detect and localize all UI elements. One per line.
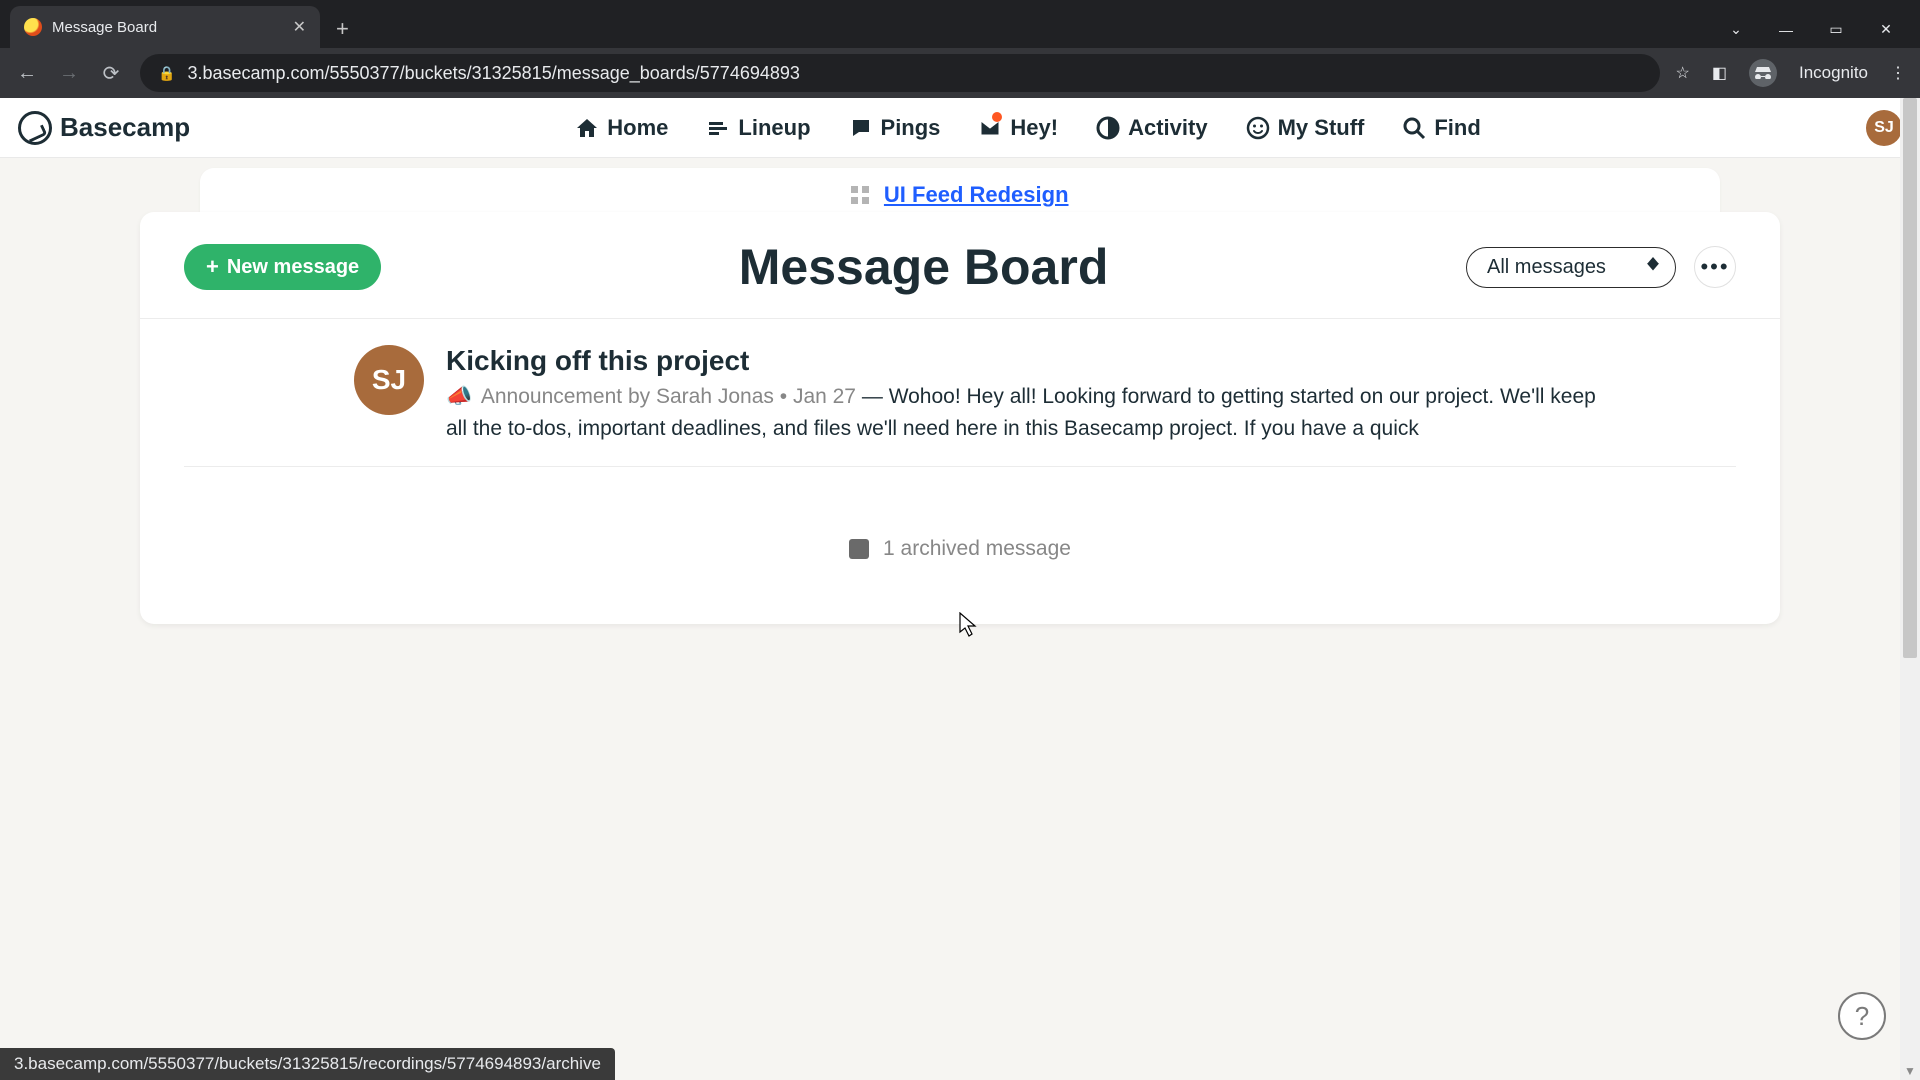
- scroll-down-arrow[interactable]: ▼: [1900, 1064, 1920, 1078]
- breadcrumb: UI Feed Redesign: [200, 168, 1720, 216]
- nav-lineup[interactable]: Lineup: [706, 115, 810, 141]
- window-minimize-icon[interactable]: —: [1776, 22, 1796, 38]
- window-close-icon[interactable]: ✕: [1876, 21, 1896, 38]
- nav-find[interactable]: Find: [1402, 115, 1480, 141]
- hey-notification-dot: [992, 112, 1002, 122]
- message-title: Kicking off this project: [446, 345, 1606, 377]
- help-icon: ?: [1855, 1001, 1869, 1032]
- message-author: Sarah Jonas: [656, 385, 774, 408]
- new-message-label: New message: [227, 256, 359, 279]
- vertical-scrollbar[interactable]: ▲ ▼: [1900, 98, 1920, 1080]
- announcement-icon: 📣: [446, 385, 472, 408]
- user-avatar-initials: SJ: [1874, 119, 1894, 137]
- incognito-icon: [1749, 59, 1777, 87]
- archive-box-icon: [849, 539, 869, 559]
- app-nav: Basecamp Home Lineup Pings Hey! Activity…: [0, 98, 1920, 158]
- nav-mystuff[interactable]: My Stuff: [1246, 115, 1365, 141]
- more-options-button[interactable]: •••: [1694, 246, 1736, 288]
- breadcrumb-project-link[interactable]: UI Feed Redesign: [884, 182, 1069, 207]
- help-button[interactable]: ?: [1838, 992, 1886, 1040]
- lineup-icon: [706, 116, 730, 140]
- filter-selected-label: All messages: [1487, 256, 1606, 278]
- status-bar: 3.basecamp.com/5550377/buckets/31325815/…: [0, 1048, 615, 1080]
- ellipsis-icon: •••: [1700, 254, 1729, 280]
- browser-tab[interactable]: Message Board ✕: [10, 6, 320, 48]
- page-title: Message Board: [381, 238, 1466, 296]
- lock-icon: 🔒: [158, 65, 175, 82]
- url-text: 3.basecamp.com/5550377/buckets/31325815/…: [187, 63, 799, 84]
- nav-pings[interactable]: Pings: [849, 115, 941, 141]
- new-message-button[interactable]: + New message: [184, 244, 381, 290]
- tab-close-icon[interactable]: ✕: [293, 17, 306, 37]
- nav-activity-label: Activity: [1128, 115, 1207, 141]
- incognito-label: Incognito: [1799, 63, 1868, 83]
- mystuff-icon: [1246, 116, 1270, 140]
- archived-messages-link[interactable]: 1 archived message: [849, 537, 1071, 561]
- message-category: Announcement: [481, 385, 622, 408]
- plus-icon: +: [206, 254, 219, 280]
- activity-icon: [1096, 116, 1120, 140]
- tabs-dropdown-icon[interactable]: ⌄: [1726, 21, 1746, 38]
- bookmark-star-icon[interactable]: ☆: [1676, 63, 1690, 83]
- message-filter-select[interactable]: All messages: [1466, 247, 1676, 288]
- tab-favicon: [24, 18, 42, 36]
- logo-mark-icon: [18, 111, 52, 145]
- message-row[interactable]: SJ Kicking off this project 📣 Announceme…: [184, 319, 1736, 467]
- logo-text: Basecamp: [60, 112, 190, 143]
- avatar-initials: SJ: [372, 364, 406, 396]
- browser-menu-icon[interactable]: ⋮: [1890, 63, 1906, 83]
- nav-hey[interactable]: Hey!: [978, 115, 1058, 141]
- message-date: Jan 27: [793, 385, 856, 408]
- nav-hey-label: Hey!: [1010, 115, 1058, 141]
- nav-lineup-label: Lineup: [738, 115, 810, 141]
- tab-title: Message Board: [52, 19, 283, 36]
- nav-mystuff-label: My Stuff: [1278, 115, 1365, 141]
- nav-activity[interactable]: Activity: [1096, 115, 1207, 141]
- nav-home[interactable]: Home: [575, 115, 668, 141]
- project-grid-icon: [851, 186, 869, 204]
- nav-back-icon[interactable]: ←: [14, 62, 40, 85]
- pings-icon: [849, 116, 873, 140]
- basecamp-logo[interactable]: Basecamp: [18, 111, 190, 145]
- nav-forward-icon: →: [56, 62, 82, 85]
- extensions-icon[interactable]: ◧: [1712, 63, 1727, 83]
- scroll-thumb[interactable]: [1903, 98, 1917, 658]
- message-author-avatar: SJ: [354, 345, 424, 415]
- address-bar[interactable]: 🔒 3.basecamp.com/5550377/buckets/3132581…: [140, 54, 1660, 92]
- nav-reload-icon[interactable]: ⟳: [98, 61, 124, 86]
- archived-label: 1 archived message: [883, 537, 1071, 561]
- message-meta: 📣 Announcement by Sarah Jonas • Jan 27 —…: [446, 381, 1606, 444]
- nav-find-label: Find: [1434, 115, 1480, 141]
- nav-home-label: Home: [607, 115, 668, 141]
- home-icon: [575, 116, 599, 140]
- search-icon: [1402, 116, 1426, 140]
- nav-pings-label: Pings: [881, 115, 941, 141]
- window-maximize-icon[interactable]: ▭: [1826, 21, 1846, 38]
- user-avatar[interactable]: SJ: [1866, 110, 1902, 146]
- new-tab-button[interactable]: +: [320, 16, 365, 48]
- message-board-card: + New message Message Board All messages…: [140, 212, 1780, 624]
